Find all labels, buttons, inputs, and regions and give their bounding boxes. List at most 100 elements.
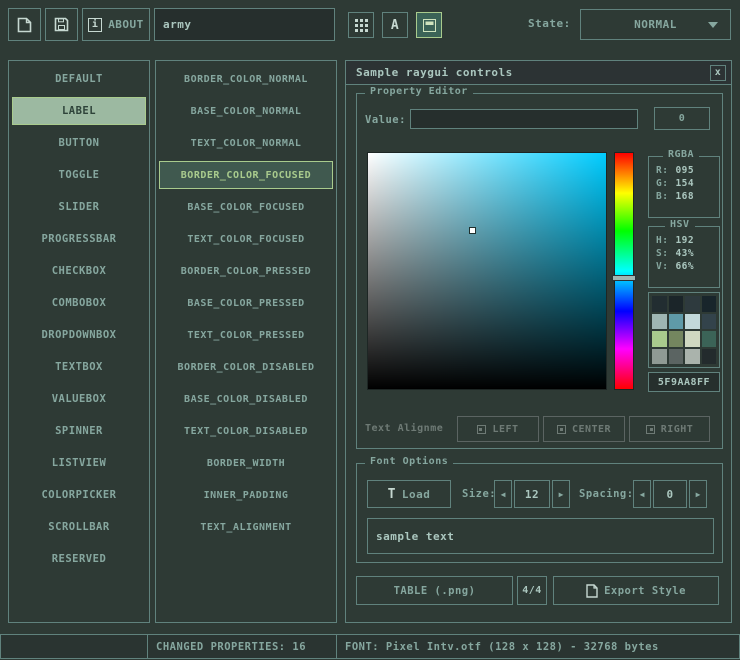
font-spacing-value: 0 [666, 488, 673, 501]
controls-item-scrollbar[interactable]: SCROLLBAR [12, 513, 146, 541]
font-spacing-decrease-button[interactable]: ◀ [633, 480, 651, 508]
property-item-text-color-normal[interactable]: TEXT_COLOR_NORMAL [159, 129, 333, 157]
property-item-border-color-disabled[interactable]: BORDER_COLOR_DISABLED [159, 353, 333, 381]
controls-item-textbox[interactable]: TEXTBOX [12, 353, 146, 381]
controls-item-checkbox[interactable]: CHECKBOX [12, 257, 146, 285]
hue-slider[interactable] [614, 152, 634, 390]
arrow-right-icon: ▶ [696, 490, 701, 499]
properties-list: BORDER_COLOR_NORMAL BASE_COLOR_NORMAL TE… [155, 60, 337, 623]
font-size-increase-button[interactable]: ▶ [552, 480, 570, 508]
value-apply-label: 0 [679, 113, 686, 124]
colorpicker-cursor[interactable] [469, 227, 476, 234]
palette-swatch[interactable] [652, 331, 667, 347]
controls-item-colorpicker[interactable]: COLORPICKER [12, 481, 146, 509]
property-item-border-width[interactable]: BORDER_WIDTH [159, 449, 333, 477]
property-item-text-color-focused[interactable]: TEXT_COLOR_FOCUSED [159, 225, 333, 253]
style-table-button[interactable] [416, 12, 442, 38]
table-view-icon [423, 19, 436, 32]
window-titlebar: Sample raygui controls x [346, 61, 731, 85]
align-right-button[interactable]: RIGHT [629, 416, 710, 442]
palette-swatch[interactable] [702, 349, 717, 365]
property-item-base-color-pressed[interactable]: BASE_COLOR_PRESSED [159, 289, 333, 317]
hex-value: 5F9AA8FF [658, 377, 710, 388]
sample-text: sample text [376, 530, 454, 543]
sample-window: Sample raygui controls x Property Editor… [345, 60, 732, 623]
font-size-valuebox[interactable]: 12 [514, 480, 550, 508]
controls-item-slider[interactable]: SLIDER [12, 193, 146, 221]
property-item-text-color-pressed[interactable]: TEXT_COLOR_PRESSED [159, 321, 333, 349]
style-name-input[interactable] [154, 8, 335, 41]
arrow-right-icon: ▶ [559, 490, 564, 499]
export-style-label: Export Style [604, 585, 686, 597]
hsv-hue-row: H:192 [649, 234, 719, 247]
controls-item-toggle[interactable]: TOGGLE [12, 161, 146, 189]
align-right-icon [646, 425, 655, 434]
controls-item-reserved[interactable]: RESERVED [12, 545, 146, 573]
new-file-button[interactable] [8, 8, 41, 41]
font-size-decrease-button[interactable]: ◀ [494, 480, 512, 508]
property-item-border-color-pressed[interactable]: BORDER_COLOR_PRESSED [159, 257, 333, 285]
controls-item-label[interactable]: LABEL [12, 97, 146, 125]
chevron-down-icon [708, 22, 718, 28]
info-icon: i [88, 18, 102, 32]
hex-value-box[interactable]: 5F9AA8FF [648, 372, 720, 392]
palette-swatch[interactable] [652, 349, 667, 365]
controls-item-valuebox[interactable]: VALUEBOX [12, 385, 146, 413]
palette-swatch[interactable] [669, 331, 684, 347]
controls-item-button[interactable]: BUTTON [12, 129, 146, 157]
property-item-base-color-disabled[interactable]: BASE_COLOR_DISABLED [159, 385, 333, 413]
controls-item-combobox[interactable]: COMBOBOX [12, 289, 146, 317]
palette-swatch[interactable] [702, 314, 717, 330]
grid-view-button[interactable] [348, 12, 374, 38]
palette-swatch[interactable] [702, 296, 717, 312]
palette-swatch[interactable] [669, 314, 684, 330]
state-dropdown-value: NORMAL [634, 18, 677, 31]
property-item-text-alignment[interactable]: TEXT_ALIGNMENT [159, 513, 333, 541]
controls-item-listview[interactable]: LISTVIEW [12, 449, 146, 477]
palette-swatch[interactable] [652, 296, 667, 312]
palette-swatch[interactable] [702, 331, 717, 347]
value-label: Value: [365, 114, 406, 126]
align-left-button[interactable]: LEFT [457, 416, 539, 442]
palette-swatch[interactable] [685, 314, 700, 330]
value-input[interactable] [410, 109, 638, 129]
style-color-palette [648, 292, 720, 368]
property-item-base-color-normal[interactable]: BASE_COLOR_NORMAL [159, 97, 333, 125]
sample-text-box[interactable]: sample text [367, 518, 714, 554]
property-item-inner-padding[interactable]: INNER_PADDING [159, 481, 333, 509]
font-load-button[interactable]: T Load [367, 480, 451, 508]
font-spacing-valuebox[interactable]: 0 [653, 480, 687, 508]
font-atlas-button[interactable]: A [382, 12, 408, 38]
controls-item-progressbar[interactable]: PROGRESSBAR [12, 225, 146, 253]
property-item-border-color-normal[interactable]: BORDER_COLOR_NORMAL [159, 65, 333, 93]
table-page-valuebox[interactable]: 4/4 [517, 576, 547, 605]
value-apply-button[interactable]: 0 [654, 107, 710, 130]
colorpicker-square[interactable] [367, 152, 607, 390]
status-segment-empty [0, 634, 148, 659]
palette-swatch[interactable] [652, 314, 667, 330]
arrow-left-icon: ◀ [501, 490, 506, 499]
controls-item-default[interactable]: DEFAULT [12, 65, 146, 93]
align-center-label: CENTER [572, 424, 611, 435]
palette-swatch[interactable] [669, 296, 684, 312]
property-item-border-color-focused[interactable]: BORDER_COLOR_FOCUSED [159, 161, 333, 189]
controls-item-spinner[interactable]: SPINNER [12, 417, 146, 445]
rgba-red-row: R:095 [649, 164, 719, 177]
state-dropdown[interactable]: NORMAL [580, 9, 731, 40]
hue-slider-handle[interactable] [612, 275, 636, 281]
palette-swatch[interactable] [685, 296, 700, 312]
palette-swatch[interactable] [685, 331, 700, 347]
close-button[interactable]: x [710, 65, 726, 81]
controls-item-dropdownbox[interactable]: DROPDOWNBOX [12, 321, 146, 349]
palette-swatch[interactable] [669, 349, 684, 365]
export-style-button[interactable]: Export Style [553, 576, 719, 605]
rgba-group: RGBA R:095 G:154 B:168 [648, 156, 720, 218]
font-spacing-increase-button[interactable]: ▶ [689, 480, 707, 508]
property-item-base-color-focused[interactable]: BASE_COLOR_FOCUSED [159, 193, 333, 221]
property-item-text-color-disabled[interactable]: TEXT_COLOR_DISABLED [159, 417, 333, 445]
about-button[interactable]: i ABOUT [82, 8, 150, 41]
table-png-button[interactable]: TABLE (.png) [356, 576, 513, 605]
save-file-button[interactable] [45, 8, 78, 41]
align-center-button[interactable]: CENTER [543, 416, 625, 442]
palette-swatch[interactable] [685, 349, 700, 365]
